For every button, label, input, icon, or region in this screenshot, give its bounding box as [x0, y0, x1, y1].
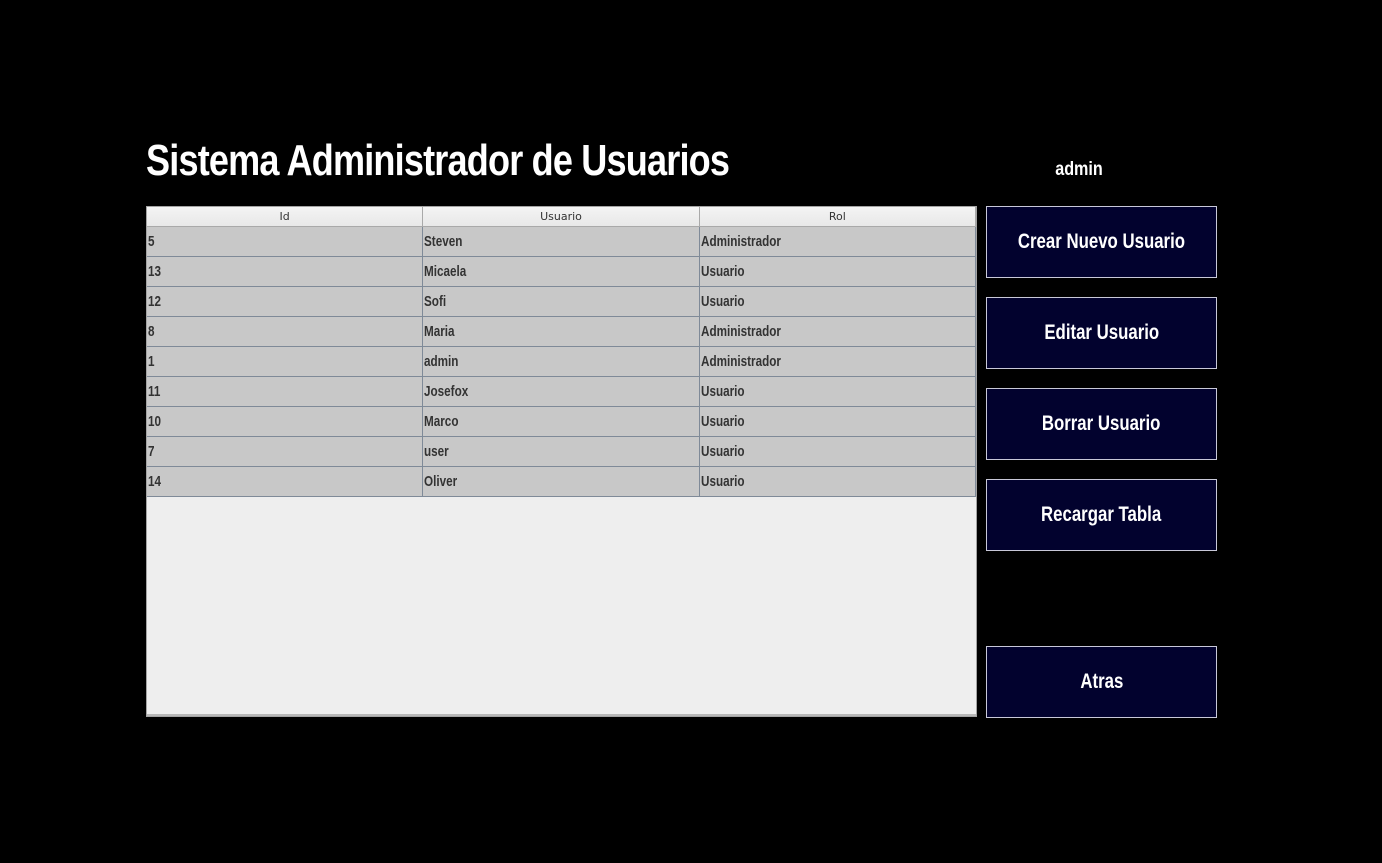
table-row[interactable]: 7 user Usuario [147, 437, 976, 467]
table-row[interactable]: 14 Oliver Usuario [147, 467, 976, 497]
column-header-id[interactable]: Id [147, 207, 424, 227]
cell-rol[interactable]: Usuario [699, 437, 976, 467]
cell-usuario[interactable]: Micaela [423, 257, 700, 287]
cell-rol[interactable]: Administrador [699, 227, 976, 257]
create-user-label: Crear Nuevo Usuario [1017, 230, 1186, 253]
column-header-usuario[interactable]: Usuario [423, 207, 700, 227]
table-row[interactable]: 10 Marco Usuario [147, 407, 976, 437]
current-user-label: admin [1055, 159, 1103, 180]
table-body: 5 Steven Administrador 13 Micaela Usuari… [147, 227, 976, 497]
back-button[interactable]: Atras [986, 646, 1217, 718]
column-header-rol[interactable]: Rol [699, 207, 976, 227]
cell-id[interactable]: 14 [147, 467, 424, 497]
cell-id[interactable]: 7 [147, 437, 424, 467]
table-row[interactable]: 1 admin Administrador [147, 347, 976, 377]
cell-rol[interactable]: Administrador [699, 347, 976, 377]
cell-usuario[interactable]: Sofi [423, 287, 700, 317]
table-row[interactable]: 8 Maria Administrador [147, 317, 976, 347]
cell-id[interactable]: 12 [147, 287, 424, 317]
cell-id[interactable]: 1 [147, 347, 424, 377]
cell-rol[interactable]: Usuario [699, 287, 976, 317]
cell-rol[interactable]: Administrador [699, 317, 976, 347]
table-header: Id Usuario Rol [147, 207, 976, 227]
cell-usuario[interactable]: Marco [423, 407, 700, 437]
cell-rol[interactable]: Usuario [699, 467, 976, 497]
table-row[interactable]: 5 Steven Administrador [147, 227, 976, 257]
cell-id[interactable]: 8 [147, 317, 424, 347]
users-table[interactable]: Id Usuario Rol 5 Steven Administrador 13… [146, 206, 977, 717]
cell-rol[interactable]: Usuario [699, 377, 976, 407]
cell-usuario[interactable]: Maria [423, 317, 700, 347]
user-admin-window: Sistema Administrador de Usuarios admin … [0, 0, 1382, 863]
cell-usuario[interactable]: Josefox [423, 377, 700, 407]
delete-user-label: Borrar Usuario [1042, 412, 1161, 435]
table-row[interactable]: 12 Sofi Usuario [147, 287, 976, 317]
reload-table-label: Recargar Tabla [1041, 503, 1162, 526]
reload-table-button[interactable]: Recargar Tabla [986, 479, 1217, 551]
edit-user-label: Editar Usuario [1044, 321, 1159, 344]
edit-user-button[interactable]: Editar Usuario [986, 297, 1217, 369]
cell-rol[interactable]: Usuario [699, 257, 976, 287]
cell-id[interactable]: 13 [147, 257, 424, 287]
cell-usuario[interactable]: admin [423, 347, 700, 377]
cell-id[interactable]: 11 [147, 377, 424, 407]
cell-id[interactable]: 5 [147, 227, 424, 257]
cell-rol[interactable]: Usuario [699, 407, 976, 437]
cell-usuario[interactable]: user [423, 437, 700, 467]
page-title: Sistema Administrador de Usuarios [146, 136, 730, 185]
table-row[interactable]: 11 Josefox Usuario [147, 377, 976, 407]
cell-usuario[interactable]: Steven [423, 227, 700, 257]
cell-usuario[interactable]: Oliver [423, 467, 700, 497]
delete-user-button[interactable]: Borrar Usuario [986, 388, 1217, 460]
back-label: Atras [1080, 670, 1123, 693]
table-row[interactable]: 13 Micaela Usuario [147, 257, 976, 287]
create-user-button[interactable]: Crear Nuevo Usuario [986, 206, 1217, 278]
cell-id[interactable]: 10 [147, 407, 424, 437]
